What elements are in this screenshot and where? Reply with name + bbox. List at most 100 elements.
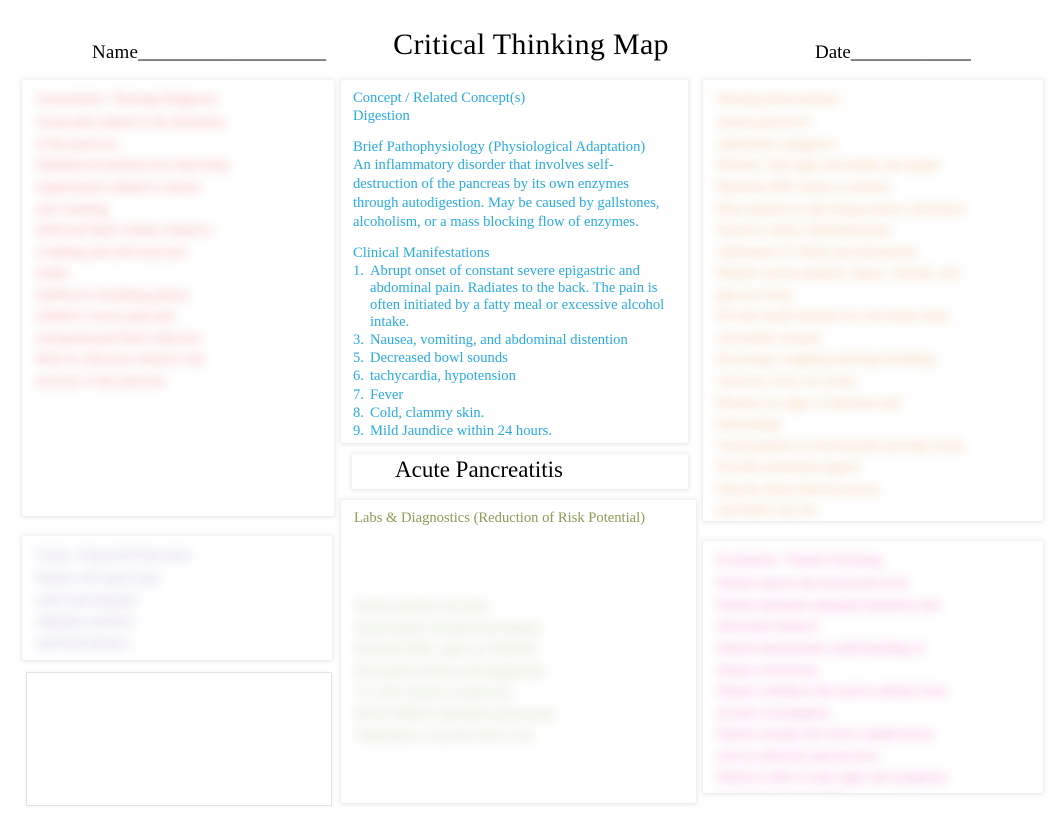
list-item: 5. Decreased bowl sounds <box>353 350 676 367</box>
redacted-line: Monitor serum amylase, lipase, calcium, … <box>717 265 960 281</box>
list-item: 8. Cold, clammy skin. <box>353 405 676 422</box>
redacted-line: Administer analgesics <box>717 135 837 151</box>
list-item-label: Mild Jaundice within 24 hours. <box>370 422 553 439</box>
redacted-line: CT with contrast of pancreas <box>355 684 511 700</box>
redacted-line: related to severe pain and <box>36 308 174 324</box>
redacted-line: retroperitoneal fluid collection <box>36 329 201 345</box>
redacted-line: Nursing Interventions <box>717 92 840 107</box>
evaluation-teaching-panel: Evaluation / Patient Teaching Patient re… <box>703 541 1043 793</box>
redacted-line: Serum lipase elevated and remains <box>355 619 543 635</box>
concept-heading: Concept / Related Concept(s) <box>353 90 526 106</box>
nursing-interventions-panel: Nursing Interventions Assess pain level … <box>703 80 1043 521</box>
redacted-line: Administer IV fluids and electrolytes <box>717 243 918 259</box>
redacted-line: exercises every two hours <box>717 373 857 389</box>
clinical-manifestations-list: 1. Abrupt onset of constant severe epigas… <box>353 263 676 443</box>
list-item-number: 9. <box>353 422 364 439</box>
list-item-number: 1. <box>353 263 364 280</box>
redacted-line: Serum amylase elevated <box>355 598 487 613</box>
redacted-line: ERCP, MRCP, abdominal ultrasound <box>355 705 555 721</box>
redacted-line: Provide small frequent low-fat meals whe… <box>717 308 950 324</box>
list-item: 9. Mild Jaundice within 24 hours. <box>353 423 676 440</box>
list-item-label: Cold, clammy skin. <box>370 404 485 421</box>
list-item-number: 6. <box>353 368 364 385</box>
redacted-line: Acute pain related to the distention <box>36 114 226 130</box>
redacted-line: Decreased calcium and magnesium <box>355 662 546 678</box>
redacted-line: relief and maintain <box>36 591 138 607</box>
assessment-nursing-diagnosis-panel: Assessment / Nursing Diagnosis Acute pai… <box>22 80 334 516</box>
list-item: 6. tachycardia, hypotension <box>353 368 676 385</box>
list-item-number: 5. <box>353 350 364 367</box>
redacted-line: intake <box>36 265 69 281</box>
pathophysiology-heading: Brief Pathophysiology (Physiological Ada… <box>353 138 646 155</box>
redacted-line: Abdominal x-ray and chest x-ray <box>355 727 534 743</box>
list-item-number: 7. <box>353 386 364 403</box>
redacted-line: electrolyte balance <box>717 618 819 634</box>
diagnosis-title-panel: Acute Pancreatitis <box>352 454 688 489</box>
list-item-number: 3. <box>353 332 364 349</box>
redacted-line: Deficient fluid volume related to <box>36 222 213 238</box>
redacted-line: Patient verbalizes the need to abstain f… <box>717 683 947 699</box>
redacted-line: Assessment / Nursing Diagnosis <box>36 92 218 107</box>
redacted-line: necrosis of the pancreas <box>36 373 166 389</box>
labs-diagnostics-heading: Labs & Diagnostics (Reduction of Risk Po… <box>354 510 646 526</box>
redacted-line: Maintain NPO status as ordered <box>717 178 890 194</box>
left-top-redacted-text: Assessment / Nursing Diagnosis Acute pai… <box>36 90 324 393</box>
redacted-line: Risk for infection related to the <box>36 351 206 367</box>
list-item-label: Decreased bowl sounds <box>370 350 508 367</box>
list-item-label: Nausea, vomiting, and abdominal distenti… <box>370 332 628 349</box>
labs-diagnostics-panel: Labs & Diagnostics (Reduction of Risk Po… <box>341 500 696 803</box>
redacted-line: glucose levels <box>717 286 794 302</box>
redacted-line: dietary restrictions <box>717 661 818 677</box>
list-item-label: pancreatic necrosis, abscess, pseudocysi… <box>371 441 676 443</box>
redacted-line: Monitor for signs of infection and <box>717 394 901 410</box>
list-item: 1. Abrupt onset of constant severe epigas… <box>353 263 676 331</box>
redacted-line: Place patient in side-lying position wit… <box>717 200 966 216</box>
list-item-label: Abrupt onset of constant severe epigastr… <box>370 263 665 331</box>
redacted-line: oral intake resumes <box>717 329 822 345</box>
redacted-line: vomiting and self-restricted <box>36 243 186 259</box>
concept-value: Digestion <box>353 107 410 124</box>
redacted-line: Monitor vital signs and intake and outpu… <box>717 157 940 173</box>
redacted-line: Evaluation / Patient Teaching <box>717 553 882 568</box>
left-mid-redacted-text: Goals / Expected Outcomes Patient will r… <box>36 546 322 655</box>
redacted-line: requirements related to nausea <box>36 178 201 194</box>
redacted-line: Patient maintains adequate hydration and <box>717 596 940 612</box>
redacted-line: Educate about disease process <box>717 480 881 496</box>
list-item: 7. Fever <box>353 387 676 404</box>
list-item-label: Fever <box>370 386 404 403</box>
redacted-line: such as infection and necrosis <box>717 747 879 763</box>
redacted-line: Goals / Expected Outcomes <box>36 548 192 563</box>
center-panel-body: Concept / Related Concept(s) Digestion B… <box>341 80 688 443</box>
list-item: 10.pancreatic necrosis, abscess, pseudoc… <box>353 441 676 443</box>
redacted-line: Patient is able to state signs and sympt… <box>717 769 948 785</box>
center-concept-panel: Concept / Related Concept(s) Digestion B… <box>341 80 688 443</box>
diagnosis-title: Acute Pancreatitis <box>395 457 563 482</box>
goals-outcomes-panel: Goals / Expected Outcomes Patient will r… <box>22 536 332 660</box>
redacted-line: to report to the provider <box>717 789 1033 793</box>
redacted-line: Teach patient to avoid alcohol and fatty… <box>717 437 964 453</box>
list-item-label: tachycardia, hypotension <box>370 368 516 385</box>
redacted-line: Patient remains free from complications <box>717 726 934 742</box>
right-bottom-redacted-text: Evaluation / Patient Teaching Patient re… <box>717 551 1033 793</box>
redacted-line: alcohol consumption <box>717 704 830 720</box>
redacted-line: hemorrhage <box>717 416 782 432</box>
redacted-line: Patient reports decreased pain level <box>717 575 909 591</box>
redacted-line: adequate nutrition <box>36 613 134 629</box>
list-item: 3. Nausea, vomiting, and abdominal disten… <box>353 332 676 349</box>
date-rule: ______________ <box>850 42 971 63</box>
empty-notes-panel <box>26 672 332 806</box>
redacted-line: Ineffective breathing pattern <box>36 286 190 302</box>
redacted-line: Patient will report pain <box>36 570 161 586</box>
list-item-number: 10. <box>353 441 371 443</box>
clinical-manifestations-heading: Clinical Manifestations <box>353 245 490 262</box>
date-field: Date______________ <box>815 42 971 64</box>
labs-redacted-text: Serum amylase elevated Serum lipase elev… <box>355 596 686 747</box>
redacted-line: Patient demonstrates understanding of <box>717 639 924 655</box>
redacted-line: and fluid balance. <box>36 634 133 650</box>
redacted-line: Assess pain level <box>717 114 810 130</box>
redacted-line: Elevated WBC, glucose, bilirubin <box>355 641 538 657</box>
redacted-line: and follow up care <box>717 502 818 518</box>
redacted-line: Encourage coughing and deep breathing <box>717 351 935 367</box>
